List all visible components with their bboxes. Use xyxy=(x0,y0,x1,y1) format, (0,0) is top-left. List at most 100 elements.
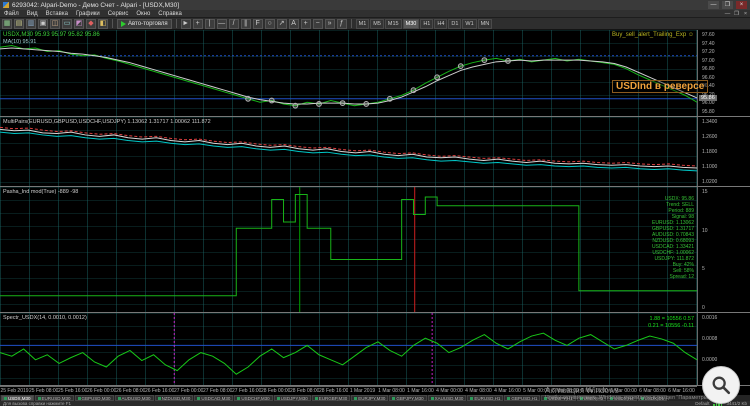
chart-tab-icon xyxy=(470,396,474,400)
vertical-line-icon[interactable]: | xyxy=(204,18,215,29)
horizontal-line-icon[interactable]: — xyxy=(216,18,227,29)
close-button[interactable]: × xyxy=(736,1,747,9)
pane-divider[interactable] xyxy=(0,116,750,117)
time-axis-label: 4 Mar 16:00 xyxy=(494,388,521,394)
chart-minimize-button[interactable]: — xyxy=(723,11,732,17)
chart-tab-label: GBPJPY,M30 xyxy=(396,395,424,401)
zoom-in-icon[interactable]: + xyxy=(300,18,311,29)
timeframe-d1[interactable]: D1 xyxy=(448,18,462,29)
chart-tab-label: NZDUSD,M30 xyxy=(161,395,191,401)
time-axis-label: 26 Feb 16:00 xyxy=(145,388,174,394)
chart-tab-label: EURJPY,M30 xyxy=(358,395,386,401)
pane-divider[interactable] xyxy=(0,186,750,187)
time-axis-label: 28 Feb 00:00 xyxy=(261,388,290,394)
metaeditor-icon[interactable]: ◧ xyxy=(98,18,108,29)
scale-tick: 97.60 xyxy=(702,32,715,38)
status-bar: Для вызова справки нажмите F1 Default 34… xyxy=(0,401,750,406)
watermark-line2: Чтобы активировать Windows, перейдите в … xyxy=(545,395,712,401)
toolbar-separator xyxy=(350,19,352,28)
chart-tab-label: USDJPY,M30 xyxy=(280,395,308,401)
arrows-icon[interactable]: ↗ xyxy=(276,18,287,29)
watermark-line1: Активация Windows xyxy=(545,386,619,395)
timeframe-m1[interactable]: M1 xyxy=(355,18,370,29)
chart-tab-icon xyxy=(4,396,7,400)
profile-name[interactable]: Default xyxy=(695,401,709,406)
menu-item-6[interactable]: Справка xyxy=(154,10,186,18)
market-watch-icon[interactable]: ▥ xyxy=(26,18,36,29)
timeframe-h4[interactable]: H4 xyxy=(434,18,448,29)
menu-item-3[interactable]: Графики xyxy=(72,10,104,18)
time-axis-label: 27 Feb 08:00 xyxy=(203,388,232,394)
timeframe-m15[interactable]: M15 xyxy=(384,18,402,29)
chart-tab-label: USDCAD,M30 xyxy=(201,395,231,401)
zoom-overlay-icon[interactable] xyxy=(702,366,740,404)
time-axis-label: 25 Feb 16:00 xyxy=(58,388,87,394)
scale-tick: 95.80 xyxy=(702,109,715,115)
toolbar-main-icons: ▦ ▤ ▥ ▣ ◫ ▭ ◩ ◆ ◧ xyxy=(2,18,108,29)
autotrade-button[interactable]: Авто-торговля xyxy=(117,18,172,29)
fibonacci-icon[interactable]: F xyxy=(252,18,263,29)
menu-item-1[interactable]: Вид xyxy=(23,10,42,18)
timeframe-h1[interactable]: H1 xyxy=(420,18,434,29)
scale-tick: 1.0200 xyxy=(702,179,718,185)
chart-tab-icon xyxy=(237,396,241,400)
indicator-info-panel: USDX: 95.86 Trend: SELL Period: 889 Signal:… xyxy=(560,196,694,280)
zoom-out-icon[interactable]: − xyxy=(312,18,323,29)
time-axis-label: 27 Feb 00:00 xyxy=(174,388,203,394)
app-icon xyxy=(3,2,9,8)
auto-scroll-icon[interactable]: » xyxy=(324,18,335,29)
pane-divider[interactable] xyxy=(0,312,750,313)
chart-series-pane1[interactable] xyxy=(0,30,697,116)
timeframe-buttons: M1 M5 M15 M30 H1 H4 D1 W1 MN xyxy=(355,18,493,29)
time-axis-label: 26 Feb 08:00 xyxy=(116,388,145,394)
trendline-icon[interactable]: / xyxy=(228,18,239,29)
profiles-icon[interactable]: ▤ xyxy=(14,18,24,29)
menu-item-4[interactable]: Сервис xyxy=(104,10,133,18)
chart-tab-label: GBPUSD,H1 xyxy=(511,395,538,401)
menu-item-5[interactable]: Окно xyxy=(132,10,154,18)
pane2-indicator-label: MultiPairs(EURUSD,GBPUSD,USDCHF,USDJPY) … xyxy=(3,119,211,125)
chart-window-controls: — ❐ × xyxy=(723,11,750,17)
text-icon[interactable]: A xyxy=(288,18,299,29)
chart-tab-icon xyxy=(77,396,81,400)
new-chart-icon[interactable]: ▦ xyxy=(2,18,12,29)
menu-item-2[interactable]: Вставка xyxy=(42,10,72,18)
strategy-tester-icon[interactable]: ◩ xyxy=(74,18,84,29)
oscillator-value-line: 0.21 = 10556 -0.11 xyxy=(648,322,694,329)
new-order-icon[interactable]: ◆ xyxy=(86,18,96,29)
terminal-icon[interactable]: ▭ xyxy=(62,18,72,29)
scale-tick: 1.3400 xyxy=(702,119,718,125)
menu-item-0[interactable]: Файл xyxy=(0,10,23,18)
minimize-button[interactable]: — xyxy=(708,1,719,9)
timeframe-mn[interactable]: MN xyxy=(477,18,493,29)
chart-series-pane2[interactable] xyxy=(0,117,697,186)
maximize-button[interactable]: ❐ xyxy=(722,1,733,9)
pane4-indicator-label: Spectr_USDX(14, 0.0010, 0.0012) xyxy=(3,315,87,321)
pane3-indicator-label: Pasha_Ind mod(True) -889 -98 xyxy=(3,189,79,195)
expert-advisor-label: Buy_sell_alert_Trailing_Exp ☺ xyxy=(612,32,694,38)
scale-tick: 97.40 xyxy=(702,40,715,47)
timeframe-m30[interactable]: M30 xyxy=(402,18,420,29)
toolbar-separator xyxy=(175,19,177,28)
indicators-icon[interactable]: ƒ xyxy=(336,18,347,29)
time-axis-label: 26 Feb 00:00 xyxy=(87,388,116,394)
channel-icon[interactable]: ∥ xyxy=(240,18,251,29)
chart-tab-icon xyxy=(37,396,41,400)
scale-tick: 97.00 xyxy=(702,57,715,64)
ma-info: MA(10) 95.91 xyxy=(3,39,37,45)
timeframe-m5[interactable]: M5 xyxy=(370,18,384,29)
time-axis-label: 25 Feb 2019 xyxy=(0,388,29,394)
chart-restore-button[interactable]: ❐ xyxy=(732,11,741,17)
time-axis-label: 4 Mar 08:00 xyxy=(465,388,492,394)
shapes-icon[interactable]: ○ xyxy=(264,18,275,29)
data-window-icon[interactable]: ▣ xyxy=(38,18,48,29)
time-axis-label: 28 Feb 08:00 xyxy=(290,388,319,394)
timeframe-w1[interactable]: W1 xyxy=(462,18,477,29)
chart-close-button[interactable]: × xyxy=(741,11,750,17)
time-axis-label: 28 Feb 16:00 xyxy=(319,388,348,394)
scale-tick: 0.0000 xyxy=(702,357,718,363)
cursor-icon[interactable]: ► xyxy=(180,18,191,29)
crosshair-icon[interactable]: + xyxy=(192,18,203,29)
navigator-icon[interactable]: ◫ xyxy=(50,18,60,29)
ohlc-info: USDX,M30 95.93 95.97 95.82 95.86 xyxy=(3,32,100,38)
